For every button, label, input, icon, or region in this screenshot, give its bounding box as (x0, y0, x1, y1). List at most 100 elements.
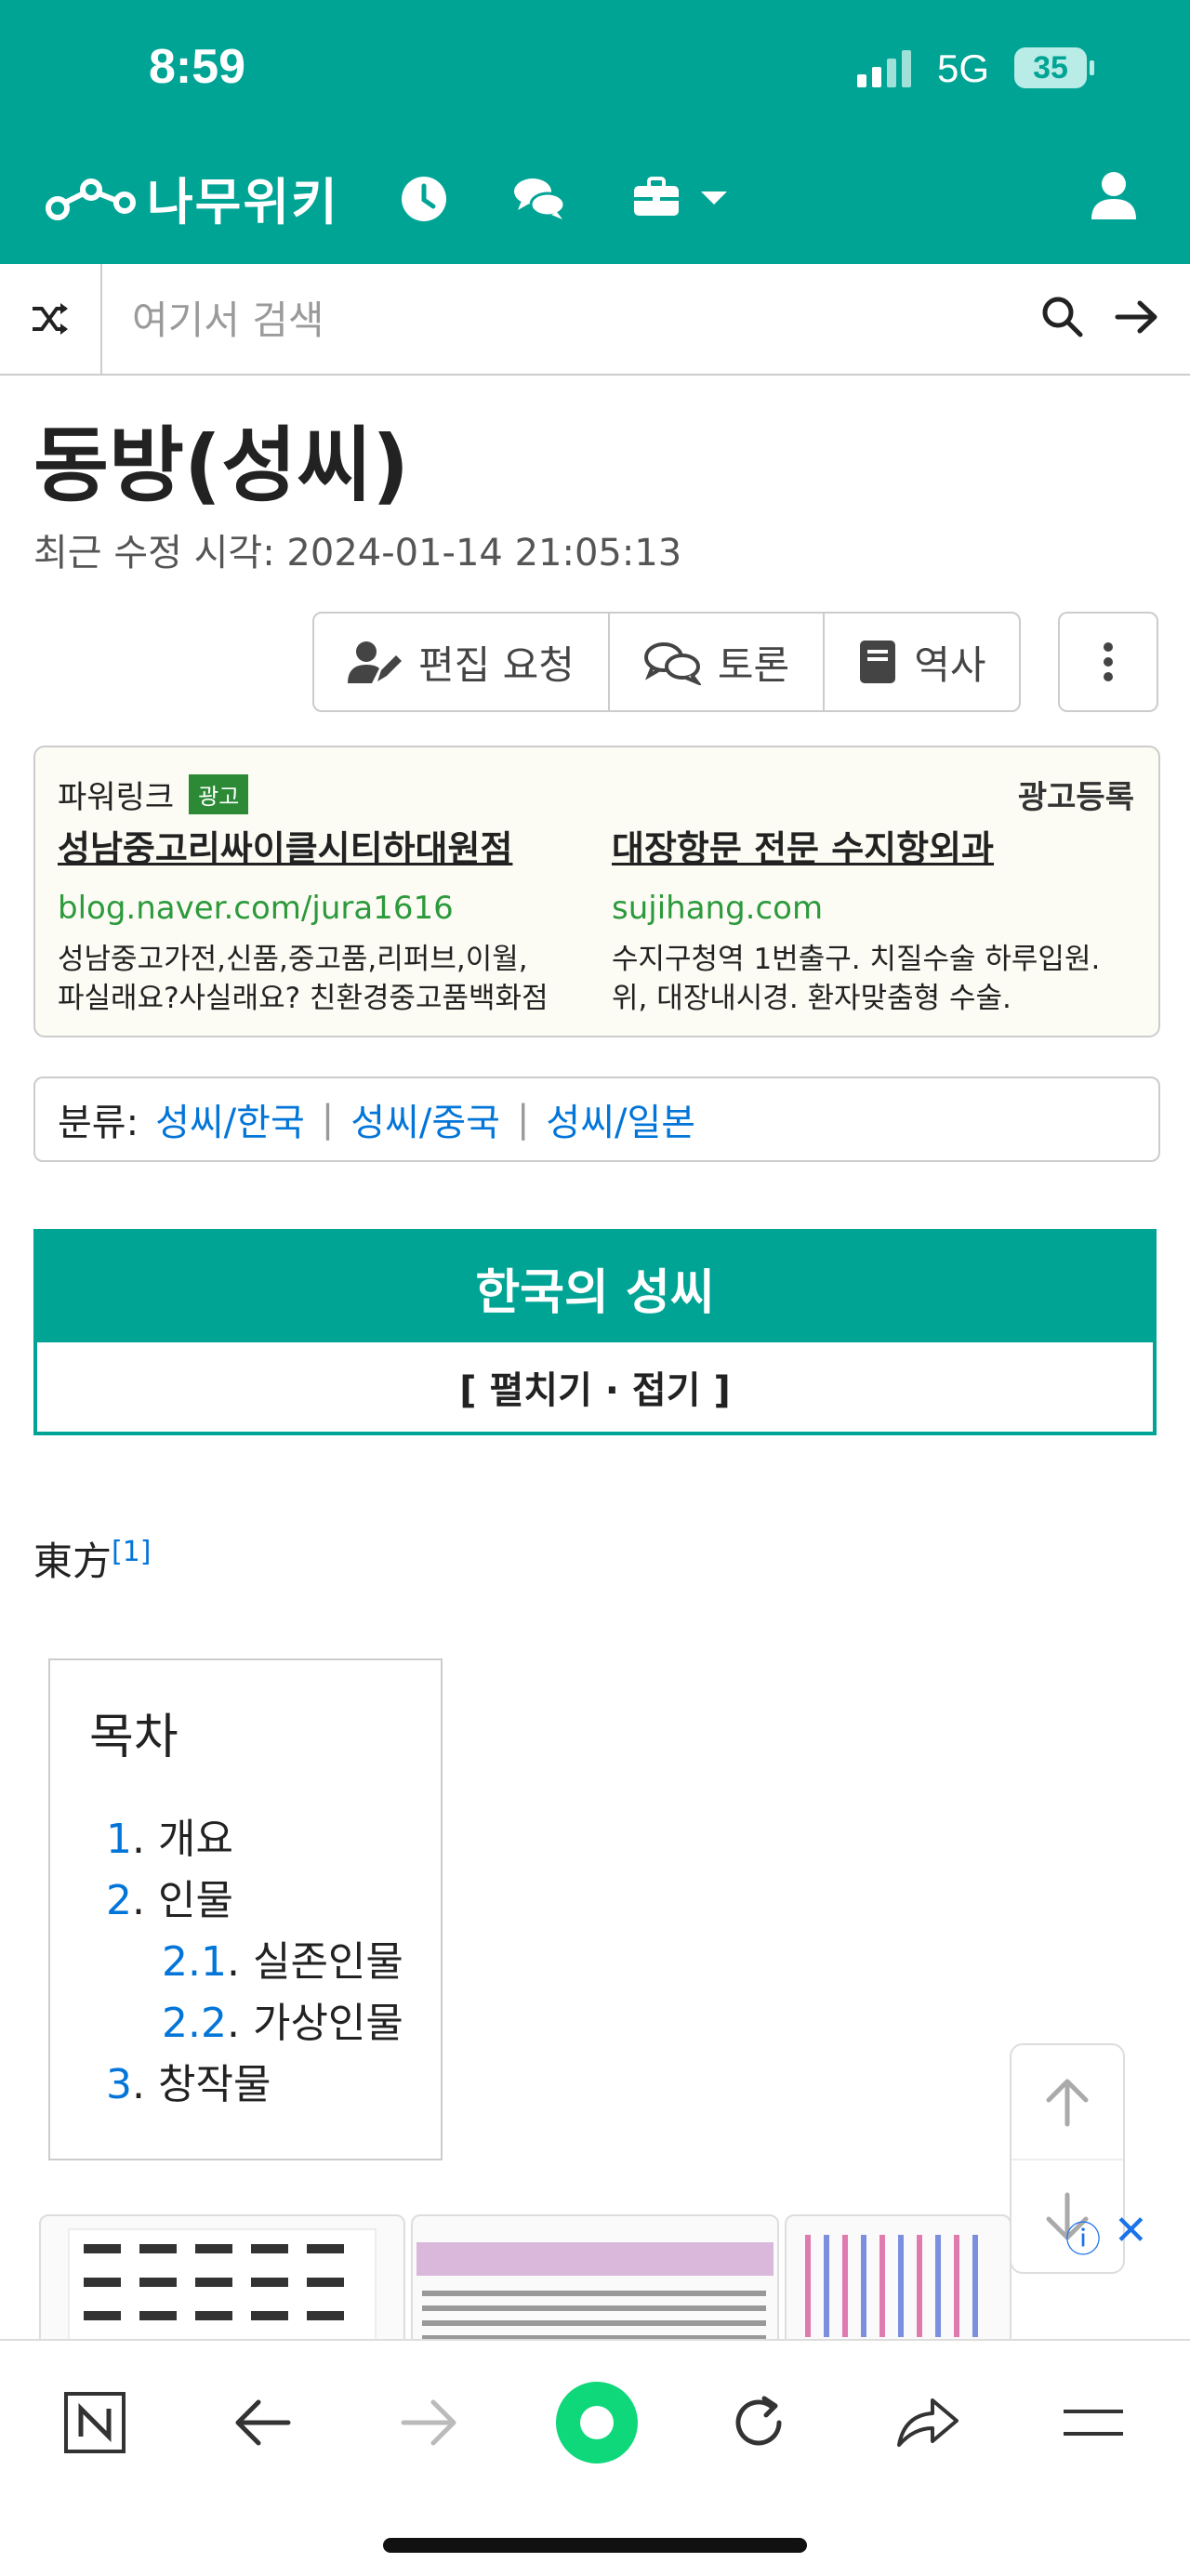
toc-item[interactable]: 3. 창작물 (106, 2051, 271, 2110)
scroll-top-button[interactable] (1012, 2045, 1123, 2159)
share-arrow-icon (897, 2398, 959, 2447)
search-icon (1042, 297, 1083, 337)
user-account-button[interactable] (1086, 167, 1142, 227)
ad-title[interactable]: 성남중고리싸이클시티하대원점 (58, 820, 578, 871)
edit-request-label: 편집 요청 (418, 641, 575, 688)
green-dot-button[interactable] (550, 2376, 643, 2469)
edit-request-button[interactable]: 편집 요청 (314, 614, 610, 710)
ad-desc-line: 수지구청역 1번출구. 치질수술 하루입원. (612, 943, 1101, 976)
vertical-dots-icon (1104, 642, 1113, 681)
table-of-contents: 목차 1. 개요 2. 인물 2.1. 실존인물 2.2. 가상인물 3. 창작… (48, 1658, 443, 2160)
discussion-button[interactable]: 토론 (610, 614, 826, 710)
toc-number[interactable]: 2.1 (162, 1938, 227, 1986)
history-button[interactable]: 역사 (825, 614, 1019, 710)
ad-image[interactable] (411, 2214, 779, 2348)
logo-text: 나무위키 (147, 172, 339, 231)
toc-item[interactable]: 2.1. 실존인물 (162, 1928, 403, 1988)
toc-label: 인물 (157, 1877, 233, 1924)
book-icon (860, 641, 896, 683)
network-type: 5G (937, 46, 990, 90)
shuffle-icon (33, 303, 68, 335)
navbox-toggle[interactable]: [ 펼치기 · 접기 ] (37, 1342, 1153, 1432)
more-options-button[interactable] (1058, 612, 1158, 712)
hanja-text: 東方[1] (33, 1530, 152, 1587)
ad-badge: 광고 (189, 774, 249, 814)
status-time: 8:59 (149, 40, 246, 94)
reload-icon (735, 2396, 782, 2446)
back-button[interactable] (216, 2376, 309, 2469)
arrow-left-icon (235, 2399, 291, 2446)
search-button[interactable] (1038, 292, 1088, 346)
toc-number[interactable]: 1 (106, 1816, 132, 1863)
category-link[interactable]: 성씨/한국 (155, 1092, 305, 1146)
category-link[interactable]: 성씨/일본 (546, 1092, 695, 1146)
arrow-right-icon (401, 2399, 456, 2446)
ad-description: 성남중고가전,신품,중고품,리퍼브,이월, 파실래요?사실래요? 친환경중고품백… (58, 940, 578, 1018)
category-separator: | (516, 1098, 530, 1141)
ad-desc-line: 성남중고가전,신품,중고품,리퍼브,이월, (58, 943, 528, 976)
naver-home-button[interactable] (48, 2376, 141, 2469)
toc-number[interactable]: 3 (106, 2061, 132, 2108)
toc-item[interactable]: 2. 인물 (106, 1867, 233, 1926)
logo-mark-icon (46, 178, 136, 220)
ad-url[interactable]: sujihang.com (612, 890, 1132, 927)
ad-title[interactable]: 대장항문 전문 수지항외과 (612, 820, 1132, 871)
share-button[interactable] (881, 2376, 974, 2469)
category-separator: | (321, 1098, 335, 1141)
battery-icon: 35 (1013, 46, 1095, 89)
ad-item[interactable]: 대장항문 전문 수지항외과 sujihang.com 수지구청역 1번출구. 치… (612, 820, 1132, 1018)
green-dot-icon (556, 2382, 638, 2464)
crystal-sticker-image (416, 2242, 774, 2341)
forward-button[interactable] (383, 2376, 476, 2469)
toc-label: 가상인물 (252, 2000, 403, 2047)
tools-menu-button[interactable] (628, 169, 733, 225)
category-label: 분류: (58, 1102, 139, 1144)
signal-icon (857, 50, 911, 87)
toc-number[interactable]: 2 (106, 1877, 132, 1924)
history-label: 역사 (914, 641, 986, 688)
ad-url[interactable]: blog.naver.com/jura1616 (58, 890, 578, 927)
user-icon (1091, 172, 1136, 219)
sticker-sheet-image (68, 2228, 377, 2346)
footnote-link[interactable]: [1] (112, 1536, 152, 1568)
ad-header: 파워링크 광고 (58, 772, 249, 817)
toc-label: 실존인물 (252, 1938, 403, 1986)
reload-button[interactable] (712, 2376, 805, 2469)
toc-item[interactable]: 2.2. 가상인물 (162, 1989, 403, 2049)
hanja-value: 東方 (33, 1539, 112, 1584)
ad-description: 수지구청역 1번출구. 치질수술 하루입원. 위, 대장내시경. 환자맞춤형 수… (612, 940, 1132, 1018)
ad-desc-line: 위, 대장내시경. 환자맞춤형 수술. (612, 982, 1012, 1015)
navbox-title: 한국의 성씨 (37, 1233, 1153, 1342)
user-edit-icon (348, 641, 402, 683)
site-logo[interactable]: 나무위키 (45, 164, 339, 231)
ad-image[interactable] (39, 2214, 405, 2348)
ad-register-link[interactable]: 광고등록 (1018, 772, 1134, 817)
discussion-icon (643, 642, 701, 685)
toc-number[interactable]: 2.2 (162, 2000, 227, 2047)
toc-label: 창작물 (157, 2061, 271, 2108)
chat-bubbles-icon (514, 178, 566, 219)
ad-image[interactable] (785, 2214, 1012, 2348)
menu-button[interactable] (1047, 2376, 1140, 2469)
recent-changes-button[interactable] (396, 171, 452, 231)
category-link[interactable]: 성씨/중국 (350, 1092, 500, 1146)
ad-info-icon[interactable]: ⓘ (1065, 2211, 1101, 2262)
go-button[interactable] (1112, 292, 1162, 346)
recent-discussions-button[interactable] (508, 169, 569, 229)
discussion-label: 토론 (717, 641, 790, 688)
toolbox-icon (634, 177, 679, 216)
hamburger-menu-icon (1064, 2410, 1123, 2436)
last-modified: 최근 수정 시각: 2024-01-14 21:05:13 (33, 532, 682, 575)
korean-surnames-navbox: 한국의 성씨 [ 펼치기 · 접기 ] (33, 1229, 1157, 1435)
arrow-right-icon (1115, 300, 1157, 334)
toc-item[interactable]: 1. 개요 (106, 1805, 233, 1865)
random-page-button[interactable] (0, 264, 102, 374)
arrow-up-icon (1046, 2079, 1089, 2127)
naver-n-icon (64, 2392, 126, 2453)
chevron-down-icon (701, 192, 727, 205)
ad-desc-line: 파실래요?사실래요? 친환경중고품백화점 (58, 982, 549, 1015)
search-input[interactable] (130, 279, 1008, 361)
ad-item[interactable]: 성남중고리싸이클시티하대원점 blog.naver.com/jura1616 성… (58, 820, 578, 1018)
page-title: 동방(성씨) (33, 417, 410, 513)
ad-close-icon[interactable]: ✕ (1114, 2207, 1148, 2254)
